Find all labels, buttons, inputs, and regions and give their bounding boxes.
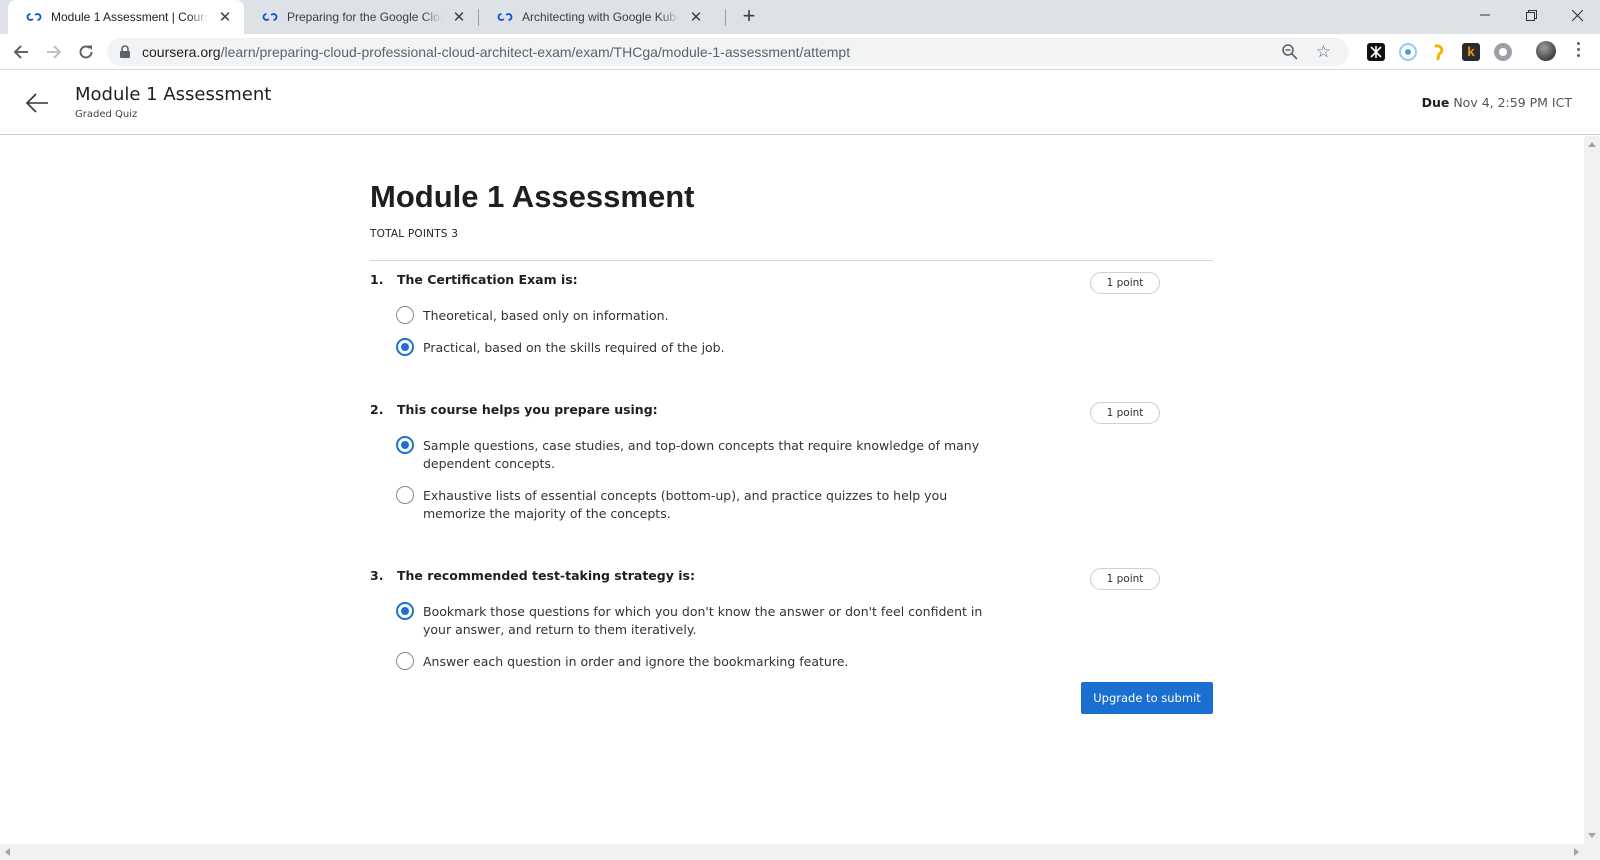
radio-button[interactable] [396, 486, 414, 504]
radio-button-selected[interactable] [396, 602, 414, 620]
grey-extension-icon[interactable] [1494, 43, 1512, 61]
url-text: coursera.org/learn/preparing-cloud-profe… [142, 44, 850, 60]
answer-option[interactable]: Theoretical, based only on information. [396, 306, 1013, 325]
option-label: Theoretical, based only on information. [423, 308, 669, 323]
due-value: Nov 4, 2:59 PM ICT [1453, 95, 1572, 110]
question-text: The Certification Exam is: [397, 272, 578, 287]
total-points: TOTAL POINTS 3 [370, 228, 459, 240]
profile-avatar[interactable] [1536, 41, 1556, 61]
answer-option[interactable]: Bookmark those questions for which you d… [396, 602, 1013, 639]
close-window-button[interactable] [1554, 0, 1600, 30]
radio-button[interactable] [396, 652, 414, 670]
close-icon [1571, 9, 1583, 21]
coursera-favicon-icon [262, 13, 278, 21]
yellow-extension-icon[interactable] [1430, 43, 1448, 61]
header-title: Module 1 Assessment [75, 84, 272, 105]
tab-separator [725, 9, 726, 26]
pinned-extension-icon[interactable] [1367, 43, 1385, 61]
coursera-favicon-icon [497, 13, 513, 21]
arrow-left-icon [13, 45, 28, 59]
tab-title: Preparing for the Google Cloud Professio… [287, 10, 442, 24]
browser-toolbar: coursera.org/learn/preparing-cloud-profe… [0, 34, 1600, 70]
minimize-button[interactable] [1462, 0, 1508, 30]
reload-button[interactable] [73, 39, 99, 65]
quiz-title: Module 1 Assessment [370, 179, 695, 214]
question-number: 3. [370, 568, 384, 583]
divider [370, 260, 1213, 261]
url-host: coursera.org [142, 44, 221, 60]
pinned-extension-glyph [1370, 46, 1382, 58]
close-tab-icon[interactable]: ✕ [450, 8, 468, 26]
coursera-favicon-icon [26, 13, 42, 21]
minimize-icon [1480, 14, 1490, 16]
answer-option[interactable]: Sample questions, case studies, and top-… [396, 436, 1013, 473]
k-extension-icon[interactable]: k [1462, 43, 1480, 61]
option-label: Sample questions, case studies, and top-… [423, 438, 980, 471]
question-text: This course helps you prepare using: [397, 402, 658, 417]
new-tab-button[interactable]: + [738, 5, 760, 28]
question-text: The recommended test-taking strategy is: [397, 568, 695, 583]
option-label: Bookmark those questions for which you d… [423, 604, 983, 637]
arrow-right-icon [47, 45, 62, 59]
star-icon[interactable]: ☆ [1316, 42, 1331, 62]
answer-option[interactable]: Practical, based on the skills required … [396, 338, 1013, 357]
points-badge: 1 point [1090, 568, 1160, 590]
answer-option[interactable]: Answer each question in order and ignore… [396, 652, 1013, 671]
forward-button[interactable] [41, 39, 67, 65]
due-date: Due Nov 4, 2:59 PM ICT [1422, 95, 1572, 110]
zoom-icon[interactable] [1281, 43, 1299, 61]
question-number: 1. [370, 272, 384, 287]
tab-preparing-google-cloud[interactable]: Preparing for the Google Cloud Professio… [244, 0, 478, 34]
circle-extension-dot [1405, 49, 1411, 55]
circle-extension-icon[interactable] [1399, 43, 1417, 61]
option-label: Practical, based on the skills required … [423, 340, 725, 355]
close-tab-icon[interactable]: ✕ [216, 8, 234, 26]
radio-button[interactable] [396, 306, 414, 324]
due-label: Due [1421, 95, 1450, 110]
scroll-left-icon[interactable] [5, 848, 10, 856]
scroll-up-icon[interactable] [1588, 142, 1596, 147]
points-badge: 1 point [1090, 402, 1160, 424]
scroll-down-icon[interactable] [1588, 833, 1596, 838]
option-label: Answer each question in order and ignore… [423, 654, 849, 669]
scroll-right-icon[interactable] [1574, 848, 1579, 856]
radio-button-selected[interactable] [396, 436, 414, 454]
tab-title: Module 1 Assessment | Coursera [51, 10, 208, 24]
reload-icon [79, 45, 93, 59]
upgrade-to-submit-button[interactable]: Upgrade to submit [1081, 682, 1213, 714]
tab-module-1-assessment[interactable]: Module 1 Assessment | Coursera ✕ [8, 0, 244, 34]
assessment-header: Module 1 Assessment Graded Quiz Due Nov … [0, 71, 1600, 135]
restore-button[interactable] [1508, 0, 1554, 30]
grey-extension-core [1499, 48, 1507, 56]
url-path: /learn/preparing-cloud-professional-clou… [220, 44, 851, 60]
lock-icon [120, 45, 130, 58]
horizontal-scrollbar[interactable] [0, 844, 1600, 860]
tab-strip: Module 1 Assessment | Coursera ✕ Prepari… [0, 0, 1600, 34]
yellow-extension-glyph [1434, 44, 1444, 61]
tab-architecting-kubernetes[interactable]: Architecting with Google Kubernetes Engi… [479, 0, 715, 34]
address-bar[interactable]: coursera.org/learn/preparing-cloud-profe… [107, 38, 1349, 66]
radio-button-selected[interactable] [396, 338, 414, 356]
vertical-scrollbar[interactable] [1584, 136, 1600, 844]
back-arrow-icon[interactable] [25, 91, 49, 115]
quiz-content: Module 1 Assessment TOTAL POINTS 3 1. Th… [0, 136, 1584, 844]
tab-title: Architecting with Google Kubernetes Engi… [522, 10, 679, 24]
back-button[interactable] [8, 39, 34, 65]
header-subtitle: Graded Quiz [75, 109, 138, 120]
restore-icon [1525, 9, 1537, 21]
question-number: 2. [370, 402, 384, 417]
kebab-menu-icon[interactable] [1576, 42, 1582, 60]
points-badge: 1 point [1090, 272, 1160, 294]
close-tab-icon[interactable]: ✕ [687, 8, 705, 26]
option-label: Exhaustive lists of essential concepts (… [423, 488, 948, 521]
answer-option[interactable]: Exhaustive lists of essential concepts (… [396, 486, 1013, 523]
